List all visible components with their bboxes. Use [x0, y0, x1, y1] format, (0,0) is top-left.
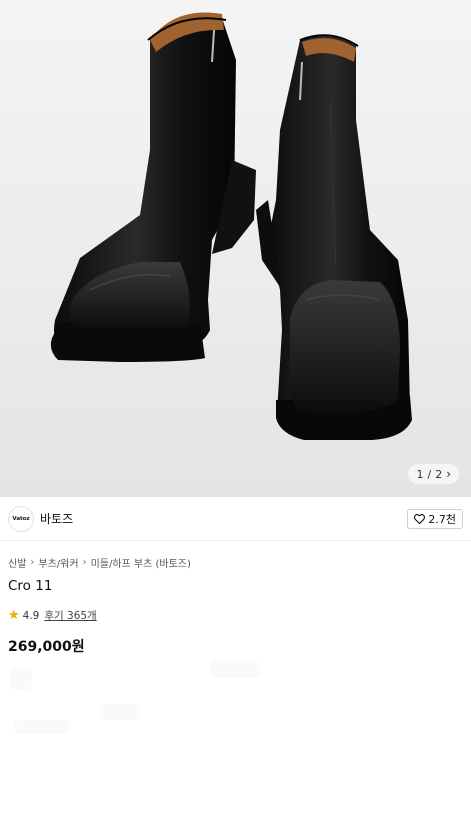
- pager-total: 2: [435, 467, 443, 481]
- rating-row: ★ 4.9 후기 365개: [8, 608, 97, 623]
- pager-separator: /: [427, 467, 432, 481]
- loading-placeholder: [210, 660, 260, 678]
- breadcrumb-item-category[interactable]: 신발: [8, 555, 26, 570]
- breadcrumb: 신발 › 부츠/워커 › 미들/하프 부츠 (바토즈): [8, 555, 191, 570]
- brand-logo-text: Vatoz: [12, 515, 30, 522]
- brand-logo[interactable]: Vatoz: [8, 505, 34, 532]
- brand-row[interactable]: Vatoz 바토즈 2.7천: [0, 497, 471, 541]
- loading-placeholder: [14, 720, 70, 734]
- loading-placeholder: [100, 704, 140, 720]
- breadcrumb-item-subcategory[interactable]: 부츠/워커: [38, 555, 78, 570]
- like-button[interactable]: 2.7천: [407, 509, 463, 529]
- rating-value: 4.9: [22, 609, 40, 622]
- heart-icon: [414, 514, 426, 524]
- loading-placeholder: [10, 668, 32, 690]
- product-price: 269,000원: [8, 639, 85, 655]
- brand-name[interactable]: 바토즈: [40, 510, 73, 527]
- product-name: Cro 11: [8, 578, 53, 594]
- review-link[interactable]: 후기 365개: [44, 608, 96, 623]
- image-pager[interactable]: 1 / 2 ›: [408, 464, 459, 484]
- pager-current: 1: [416, 467, 424, 481]
- like-count: 2.7천: [428, 513, 456, 526]
- breadcrumb-item-current[interactable]: 미들/하프 부츠 (바토즈): [91, 555, 191, 570]
- chevron-right-icon[interactable]: ›: [446, 467, 451, 481]
- product-image-boots: [50, 12, 412, 440]
- product-image-carousel[interactable]: 1 / 2 ›: [0, 0, 471, 497]
- chevron-right-icon: ›: [82, 557, 87, 568]
- star-icon: ★: [8, 608, 20, 623]
- chevron-right-icon: ›: [30, 557, 35, 568]
